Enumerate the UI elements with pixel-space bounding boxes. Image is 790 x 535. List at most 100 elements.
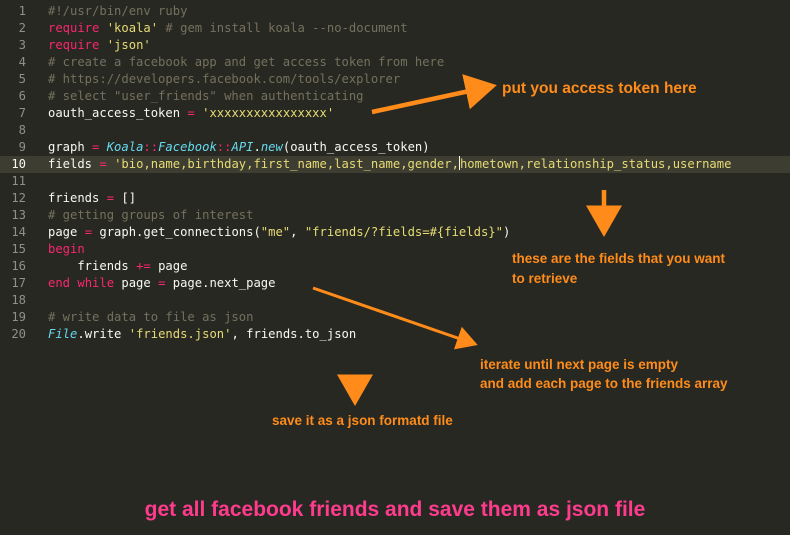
code-token: # write data to file as json — [48, 310, 254, 324]
code-token: graph — [48, 140, 93, 154]
code-token: ) — [502, 225, 511, 239]
token-annotation: put you access token here — [502, 80, 697, 97]
page-title: get all facebook friends and save them a… — [144, 498, 646, 521]
code-text[interactable]: friends = [] — [48, 190, 136, 207]
line-number: 8 — [18, 123, 26, 137]
code-text[interactable]: # getting groups of interest — [48, 207, 253, 224]
line-number: 12 — [11, 191, 26, 205]
code-line[interactable]: 12 friends = [] — [0, 190, 790, 207]
code-token: , friends.to_json — [231, 327, 357, 341]
code-token: API — [231, 140, 254, 154]
iterate-annotation-line2: and add each page to the friends array — [480, 376, 728, 391]
line-number: 16 — [11, 259, 26, 273]
code-line[interactable]: 7 oauth_access_token = 'xxxxxxxxxxxxxxxx' — [0, 105, 790, 122]
code-line[interactable]: 14 page = graph.get_connections("me", "fr… — [0, 224, 790, 241]
code-text[interactable]: page = graph.get_connections("me", "frie… — [48, 224, 510, 241]
code-token: # gem install koala --no-document — [158, 21, 408, 35]
code-token: . — [253, 140, 261, 154]
line-number: 3 — [18, 38, 26, 52]
line-number: 5 — [18, 72, 26, 86]
code-token: 'koala' — [106, 21, 159, 35]
code-token: Koala — [106, 140, 144, 154]
code-line[interactable]: 1 #!/usr/bin/env ruby — [0, 3, 790, 20]
line-number: 11 — [11, 174, 26, 188]
code-token: page — [150, 259, 188, 273]
code-token: page — [48, 225, 85, 239]
code-token: :: — [216, 140, 232, 154]
code-token: = — [106, 191, 115, 205]
code-text[interactable]: require 'koala' # gem install koala --no… — [48, 20, 408, 37]
code-token: friends — [48, 191, 107, 205]
code-text[interactable]: File.write 'friends.json', friends.to_js… — [48, 326, 356, 343]
code-token: 'json' — [106, 38, 151, 52]
line-number: 13 — [11, 208, 26, 222]
code-line[interactable]: 8 — [0, 122, 790, 139]
code-text[interactable]: end while page = page.next_page — [48, 275, 275, 292]
line-number: 6 — [18, 89, 26, 103]
code-token: = — [84, 225, 93, 239]
line-number: 9 — [18, 140, 26, 154]
code-token: oauth_access_token — [48, 106, 188, 120]
code-line[interactable]: 11 — [0, 173, 790, 190]
iterate-annotation-line1: iterate until next page is empty — [480, 357, 679, 372]
code-token: end — [48, 276, 71, 290]
code-text[interactable]: # select "user_friends" when authenticat… — [48, 88, 364, 105]
code-line[interactable]: 20 File.write 'friends.json', friends.to_… — [0, 326, 790, 343]
code-token: 'friends.json' — [128, 327, 232, 341]
code-text[interactable]: #!/usr/bin/env ruby — [48, 3, 187, 20]
code-token: 'bio,name,birthday,first_name,last_name,… — [114, 157, 459, 171]
code-token: graph.get_connections( — [92, 225, 261, 239]
code-line[interactable]: 18 — [0, 292, 790, 309]
code-token: += — [136, 259, 151, 273]
code-token: page.next_page — [165, 276, 276, 290]
code-token: Facebook — [158, 140, 217, 154]
code-text[interactable]: # create a facebook app and get access t… — [48, 54, 444, 71]
line-number: 15 — [11, 242, 26, 256]
line-number: 2 — [18, 21, 26, 35]
code-token: .write — [77, 327, 129, 341]
line-number: 19 — [11, 310, 26, 324]
line-number: 7 — [18, 106, 26, 120]
code-line[interactable]: 3 require 'json' — [0, 37, 790, 54]
code-line[interactable]: 9 graph = Koala::Facebook::API.new(oauth_… — [0, 139, 790, 156]
code-token: "friends/?fields=#{fields}" — [304, 225, 503, 239]
code-token: = — [99, 157, 107, 171]
code-text[interactable]: friends += page — [48, 258, 187, 275]
code-line[interactable]: 4 # create a facebook app and get access … — [0, 54, 790, 71]
code-token: (oauth_access_token) — [282, 140, 430, 154]
line-number: 10 — [11, 157, 26, 171]
code-token: # create a facebook app and get access t… — [48, 55, 445, 69]
code-token: # getting groups of interest — [48, 208, 254, 222]
code-line[interactable]: 17 end while page = page.next_page — [0, 275, 790, 292]
line-number: 1 — [18, 4, 26, 18]
line-number: 4 — [18, 55, 26, 69]
code-token: new — [260, 140, 283, 154]
code-text[interactable]: graph = Koala::Facebook::API.new(oauth_a… — [48, 139, 430, 156]
code-line[interactable]: 2 require 'koala' # gem install koala --n… — [0, 20, 790, 37]
code-text[interactable]: fields = 'bio,name,birthday,first_name,l… — [48, 156, 731, 173]
code-line[interactable]: 13 # getting groups of interest — [0, 207, 790, 224]
code-token: "me" — [260, 225, 291, 239]
code-token: [] — [114, 191, 137, 205]
code-token: friends — [48, 259, 137, 273]
code-token: 'xxxxxxxxxxxxxxxx' — [202, 106, 335, 120]
fields-annotation-line1: these are the fields that you want — [512, 251, 726, 266]
code-text[interactable]: require 'json' — [48, 37, 151, 54]
code-token: , — [290, 225, 305, 239]
code-text[interactable]: begin — [48, 241, 85, 258]
code-token: begin — [48, 242, 85, 256]
fields-annotation-line2: to retrieve — [512, 271, 578, 286]
line-number: 17 — [11, 276, 26, 290]
code-line[interactable]: 10 fields = 'bio,name,birthday,first_name… — [0, 156, 790, 173]
code-text[interactable]: # https://developers.facebook.com/tools/… — [48, 71, 400, 88]
code-token: File — [48, 327, 78, 341]
code-text[interactable]: # write data to file as json — [48, 309, 253, 326]
code-token: hometown,relationship_status,username — [459, 157, 732, 171]
code-line[interactable]: 19 # write data to file as json — [0, 309, 790, 326]
line-number: 14 — [11, 225, 26, 239]
code-text[interactable]: oauth_access_token = 'xxxxxxxxxxxxxxxx' — [48, 105, 334, 122]
